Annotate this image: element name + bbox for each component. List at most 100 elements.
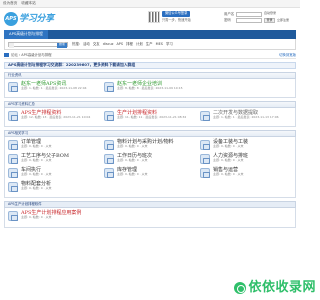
forum-item[interactable]: 人力资源与排班 主题: 0, 帖数: 0 · 从未 <box>200 153 292 167</box>
hot-label: 热搜: <box>72 41 80 46</box>
hot-link[interactable]: 生产 <box>146 42 153 46</box>
username-label: 用户名 <box>224 12 235 17</box>
breadcrumb: 论坛 › APS高级计划与排程 切换到宽版 <box>4 52 296 59</box>
forum-meta: 主题: 0, 帖数: 0 · 从未 <box>21 158 52 162</box>
forum-meta: 主题: 0, 帖数: 0 · 从未 <box>117 144 148 148</box>
weixin-login-button[interactable]: 微信公众号登录 <box>162 11 191 17</box>
section-body: APS生产计划排程应用案例 主题: 0, 帖数: 0 · 从未 <box>4 208 296 228</box>
forum-icon <box>8 82 18 92</box>
forum-meta: 主题: 0, 帖数: 0 · 从未 <box>21 186 52 190</box>
site-logo[interactable]: APS 学习分享 <box>4 10 54 28</box>
forum-item[interactable]: APS生产排程资料 主题: 12, 帖数: 13 · 最后发表: 2023-11… <box>8 110 100 124</box>
qr-code-icon <box>148 11 160 23</box>
forum-icon <box>104 82 114 92</box>
forum-icon <box>8 154 18 164</box>
breadcrumb-home[interactable]: 论坛 <box>11 53 18 57</box>
hot-link[interactable]: 活动 <box>83 42 90 46</box>
watermark-logo-icon <box>234 282 247 295</box>
forum-icon <box>8 140 18 150</box>
notice-bar: APS高级计划与排程学习交流群：220239607，更多资料下载请加入群组 <box>4 62 296 69</box>
logo-word: 学习分享 <box>19 13 54 24</box>
forum-icon <box>200 154 210 164</box>
forum-item[interactable]: 二次开发与数据提取 主题: 1, 帖数: 1 · 最后发表: 2023-11-1… <box>200 110 292 124</box>
hot-search-links: 热搜: 活动 交友 discuz APS 排程 计划 生产 MES 学习 <box>72 42 175 46</box>
auto-login-checkbox[interactable]: 自动登录 <box>264 12 276 16</box>
weixin-sub-text: 只需一步，快速开始 <box>162 17 191 22</box>
search-box: 搜索 <box>8 41 68 48</box>
set-homepage-link[interactable]: 设为首页 <box>3 1 17 5</box>
forum-meta: 主题: 0, 帖数: 0 · 从未 <box>21 144 52 148</box>
forum-meta: 主题: 0, 帖数: 0 · 从未 <box>213 158 244 162</box>
hot-link[interactable]: MES <box>156 42 163 46</box>
password-input[interactable] <box>236 18 262 23</box>
logo-mark: APS <box>4 12 18 26</box>
section-header[interactable]: APS相关学习 <box>4 130 296 137</box>
hot-link[interactable]: 交友 <box>93 42 100 46</box>
forum-item[interactable]: APS生产计划排程应用案例 主题: 0, 帖数: 0 · 从未 <box>8 210 292 224</box>
forum-icon <box>8 182 18 192</box>
top-strip: 设为首页 收藏本站 <box>0 0 300 8</box>
forum-item[interactable]: 生产计划排程资料 主题: 11, 帖数: 11 · 最后发表: 2023-11-… <box>104 110 196 124</box>
forum-icon <box>8 168 18 178</box>
section-header[interactable]: 行业资讯 <box>4 72 296 79</box>
forum-meta: 主题: 1, 帖数: 1 · 最后发表: 2023-11-08 22:04 <box>21 86 87 90</box>
search-button[interactable]: 搜索 <box>57 42 67 48</box>
watermark: 依依收录网 <box>234 280 316 296</box>
forum-meta: 主题: 0, 帖数: 0 · 从未 <box>213 144 244 148</box>
login-button[interactable]: 登录 <box>264 17 276 24</box>
hot-link[interactable]: discuz <box>103 42 114 46</box>
forum-item[interactable]: 物料配套分析 主题: 0, 帖数: 0 · 从未 <box>8 181 100 195</box>
forum-item[interactable]: 订单管理 主题: 0, 帖数: 0 · 从未 <box>8 139 100 153</box>
forum-item[interactable]: 赵东一老师企业培训 主题: 8, 帖数: 8 · 最后发表: 2023-11-0… <box>104 81 196 95</box>
forum-meta: 主题: 12, 帖数: 13 · 最后发表: 2023-11-21 10:04 <box>21 115 91 119</box>
register-link[interactable]: 立即注册 <box>277 18 289 23</box>
search-input[interactable] <box>14 43 57 46</box>
forum-item[interactable]: 设备工装与工装 主题: 0, 帖数: 0 · 从未 <box>200 139 292 153</box>
forum-meta: 主题: 0, 帖数: 0 · 从未 <box>117 172 148 176</box>
forum-icon <box>8 211 18 221</box>
forum-icon <box>200 111 210 121</box>
forum-meta: 主题: 1, 帖数: 1 · 最后发表: 2023-11-13 17:06 <box>213 115 279 119</box>
password-label: 密码 <box>224 18 231 23</box>
forum-meta: 主题: 0, 帖数: 0 · 从未 <box>213 172 244 176</box>
forum-icon <box>104 111 114 121</box>
header: APS 学习分享 微信公众号登录 只需一步，快速开始 用户名 自动登录 密码 登… <box>0 8 300 30</box>
sub-nav: 搜索 热搜: 活动 交友 discuz APS 排程 计划 生产 MES 学习 <box>4 39 296 50</box>
forum-icon <box>104 140 114 150</box>
section-header[interactable]: APS学习资料汇总 <box>4 101 296 108</box>
forum-item[interactable]: 工作日历与班次 主题: 0, 帖数: 0 · 从未 <box>104 153 196 167</box>
home-icon[interactable] <box>4 53 9 57</box>
switch-width-link[interactable]: 切换到宽版 <box>279 53 296 57</box>
forum-icon <box>200 140 210 150</box>
forum-icon <box>104 168 114 178</box>
notice-text: APS高级计划与排程学习交流群：220239607，更多资料下载请加入群组 <box>8 62 136 68</box>
weixin-login: 微信公众号登录 只需一步，快速开始 <box>162 11 191 23</box>
hot-link[interactable]: 计划 <box>136 42 143 46</box>
forum-item[interactable]: 工艺工序与父子BOM 主题: 0, 帖数: 0 · 从未 <box>8 153 100 167</box>
forum-icon <box>8 111 18 121</box>
forum-meta: 主题: 0, 帖数: 0 · 从未 <box>21 215 52 219</box>
forum-meta: 主题: 8, 帖数: 8 · 最后发表: 2023-11-09 10:15 <box>117 86 183 90</box>
login-box: 用户名 自动登录 密码 登录 立即注册 <box>224 12 292 24</box>
section-body: 赵东一老师APS资讯 主题: 1, 帖数: 1 · 最后发表: 2023-11-… <box>4 79 296 98</box>
watermark-text: 依依收录网 <box>248 280 316 296</box>
forum-meta: 主题: 0, 帖数: 0 · 从未 <box>117 158 148 162</box>
section-header[interactable]: APS生产计划排程软件 <box>4 201 296 208</box>
forum-icon <box>200 168 210 178</box>
forum-item[interactable]: 销售与运营 主题: 0, 帖数: 0 · 从未 <box>200 167 292 181</box>
main-nav: APS高级计划与排程 <box>4 30 296 39</box>
forum-item[interactable]: 赵东一老师APS资讯 主题: 1, 帖数: 1 · 最后发表: 2023-11-… <box>8 81 100 95</box>
forum-icon <box>104 154 114 164</box>
bookmark-link[interactable]: 收藏本站 <box>21 1 35 5</box>
forum-item[interactable]: 库存管理 主题: 0, 帖数: 0 · 从未 <box>104 167 196 181</box>
hot-link[interactable]: APS <box>116 42 123 46</box>
username-input[interactable] <box>236 12 262 17</box>
section-body: 订单管理 主题: 0, 帖数: 0 · 从未 物料计划与采购计划/物料 主题: 0,… <box>4 137 296 198</box>
breadcrumb-current[interactable]: APS高级计划与排程 <box>21 53 51 57</box>
hot-link[interactable]: 排程 <box>126 42 133 46</box>
forum-item[interactable]: 物料计划与采购计划/物料 主题: 0, 帖数: 0 · 从未 <box>104 139 196 153</box>
forum-meta: 主题: 11, 帖数: 11 · 最后发表: 2023-11-21 08:32 <box>117 115 187 119</box>
hot-link[interactable]: 学习 <box>166 42 173 46</box>
forum-item[interactable]: 车间执行 主题: 0, 帖数: 0 · 从未 <box>8 167 100 181</box>
nav-tab-aps[interactable]: APS高级计划与排程 <box>4 30 48 39</box>
